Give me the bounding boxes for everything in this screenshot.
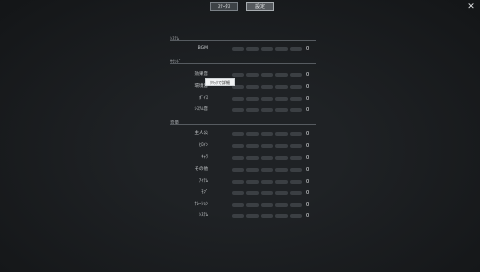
setting-row: ﾋﾛｲﾝ 0 xyxy=(170,142,318,150)
row-value: 0 xyxy=(306,155,310,161)
volume-slider[interactable] xyxy=(232,97,303,101)
setting-row: ｼｽﾃﾑ 0 xyxy=(170,212,318,220)
volume-slider[interactable] xyxy=(232,132,303,136)
section-divider xyxy=(170,40,316,41)
row-label: 主人公 xyxy=(194,131,209,136)
setting-row: 効果音 0 xyxy=(170,71,318,79)
setting-row: ｷｬﾗ 0 xyxy=(170,154,318,162)
row-value: 0 xyxy=(306,131,310,137)
volume-slider[interactable] xyxy=(232,203,303,207)
volume-slider[interactable] xyxy=(232,73,303,77)
row-label: ﾅﾚｰｼｮﾝ xyxy=(194,202,209,207)
setting-row: BGM 0 xyxy=(170,45,318,53)
setting-row: ｱｲﾃﾑ 0 xyxy=(170,178,318,186)
row-value: 0 xyxy=(306,46,310,52)
setting-row: ｼｽﾃﾑ音 0 xyxy=(170,106,318,114)
row-value: 0 xyxy=(306,143,310,149)
volume-slider[interactable] xyxy=(232,108,303,112)
row-label: ｱｲﾃﾑ xyxy=(199,179,208,184)
row-value: 0 xyxy=(306,107,310,113)
section-title-system: ｼｽﾃﾑ xyxy=(170,36,179,42)
row-label: ｼｽﾃﾑ xyxy=(199,213,208,218)
setting-row: ﾓﾌﾞ 0 xyxy=(170,189,318,197)
row-value: 0 xyxy=(306,213,310,219)
row-value: 0 xyxy=(306,96,310,102)
row-value: 0 xyxy=(306,84,310,90)
volume-slider[interactable] xyxy=(232,156,303,160)
tooltip: ｸﾘｯｸで詳細 xyxy=(205,78,235,86)
row-label: ﾓﾌﾞ xyxy=(201,190,208,195)
setting-row: 主人公 0 xyxy=(170,130,318,138)
volume-slider[interactable] xyxy=(232,168,303,172)
settings-screen: { "tabs": [ {"label": "ｽﾃｰﾀｽ"}, {"label"… xyxy=(0,0,480,272)
row-label: BGM xyxy=(197,46,208,51)
setting-row: 環境音 0 xyxy=(170,83,318,91)
row-label: ﾋﾛｲﾝ xyxy=(199,143,208,148)
row-value: 0 xyxy=(306,167,310,173)
setting-row: ﾅﾚｰｼｮﾝ 0 xyxy=(170,201,318,209)
section-title-sound: ｻｳﾝﾄﾞ xyxy=(170,59,181,65)
section-divider xyxy=(170,63,316,64)
volume-slider[interactable] xyxy=(232,144,303,148)
row-value: 0 xyxy=(306,202,310,208)
volume-slider[interactable] xyxy=(232,180,303,184)
tab-settings[interactable]: 設定 xyxy=(246,2,274,11)
row-value: 0 xyxy=(306,190,310,196)
section-divider xyxy=(170,124,316,125)
row-label: 効果音 xyxy=(194,72,209,77)
close-icon[interactable]: ✕ xyxy=(466,2,476,12)
setting-row: その他 0 xyxy=(170,166,318,174)
row-label: 環境音 xyxy=(194,84,209,89)
volume-slider[interactable] xyxy=(232,85,303,89)
row-label: ﾎﾞｲｽ xyxy=(199,96,208,101)
setting-row: ﾎﾞｲｽ 0 xyxy=(170,95,318,103)
tab-status[interactable]: ｽﾃｰﾀｽ xyxy=(210,2,238,11)
row-label: ｷｬﾗ xyxy=(201,155,208,160)
tab-bar: ｽﾃｰﾀｽ 設定 ✕ xyxy=(0,0,480,12)
section-title-volume: 音量 xyxy=(170,120,179,126)
volume-slider[interactable] xyxy=(232,47,303,51)
row-value: 0 xyxy=(306,179,310,185)
volume-slider[interactable] xyxy=(232,191,303,195)
row-value: 0 xyxy=(306,72,310,78)
row-label: その他 xyxy=(194,167,209,172)
volume-slider[interactable] xyxy=(232,214,303,218)
row-label: ｼｽﾃﾑ音 xyxy=(194,107,209,112)
